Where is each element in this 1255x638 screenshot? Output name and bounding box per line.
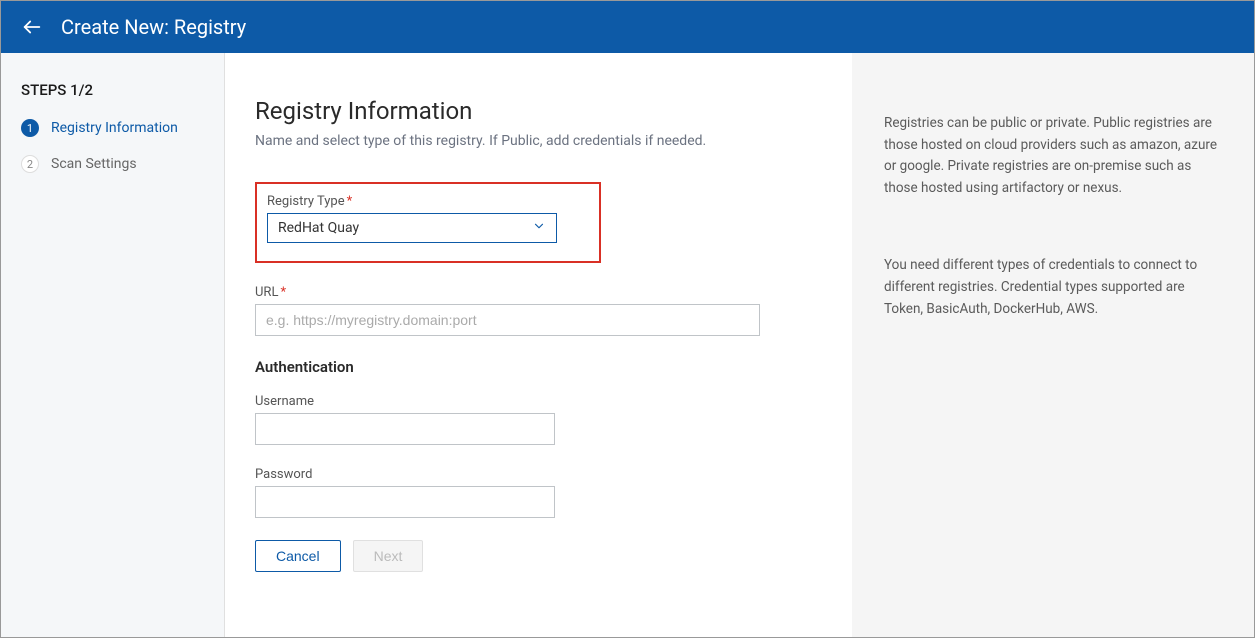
- steps-sidebar: STEPS 1/2 1 Registry Information 2 Scan …: [1, 53, 225, 637]
- registry-type-select[interactable]: RedHat Quay: [267, 213, 557, 243]
- registry-type-label: Registry Type*: [267, 194, 589, 209]
- step-scan-settings[interactable]: 2 Scan Settings: [21, 155, 204, 173]
- page-header: Create New: Registry: [1, 1, 1254, 53]
- authentication-heading: Authentication: [255, 358, 795, 376]
- step-number-icon: 2: [21, 155, 39, 173]
- username-label: Username: [255, 394, 795, 409]
- url-label: URL*: [255, 285, 795, 300]
- form-title: Registry Information: [255, 97, 795, 125]
- info-panel: Registries can be public or private. Pub…: [852, 53, 1254, 637]
- step-label: Scan Settings: [51, 156, 137, 172]
- password-input[interactable]: [255, 486, 555, 518]
- main-form: Registry Information Name and select typ…: [225, 53, 852, 637]
- step-registry-information[interactable]: 1 Registry Information: [21, 119, 204, 137]
- password-label: Password: [255, 467, 795, 482]
- next-button: Next: [353, 540, 424, 572]
- registry-type-highlight: Registry Type* RedHat Quay: [255, 182, 601, 263]
- required-marker: *: [280, 285, 286, 300]
- registry-type-value: RedHat Quay: [278, 220, 532, 236]
- cancel-button[interactable]: Cancel: [255, 540, 341, 572]
- info-paragraph-2: You need different types of credentials …: [884, 255, 1222, 320]
- steps-counter: STEPS 1/2: [21, 81, 204, 99]
- page-title: Create New: Registry: [61, 15, 246, 39]
- step-label: Registry Information: [51, 120, 178, 136]
- info-paragraph-1: Registries can be public or private. Pub…: [884, 113, 1222, 199]
- required-marker: *: [347, 194, 353, 209]
- step-number-icon: 1: [21, 119, 39, 137]
- back-arrow-icon[interactable]: [21, 16, 43, 38]
- url-input[interactable]: [255, 304, 760, 336]
- username-input[interactable]: [255, 413, 555, 445]
- form-subtitle: Name and select type of this registry. I…: [255, 131, 735, 152]
- chevron-down-icon: [532, 219, 546, 237]
